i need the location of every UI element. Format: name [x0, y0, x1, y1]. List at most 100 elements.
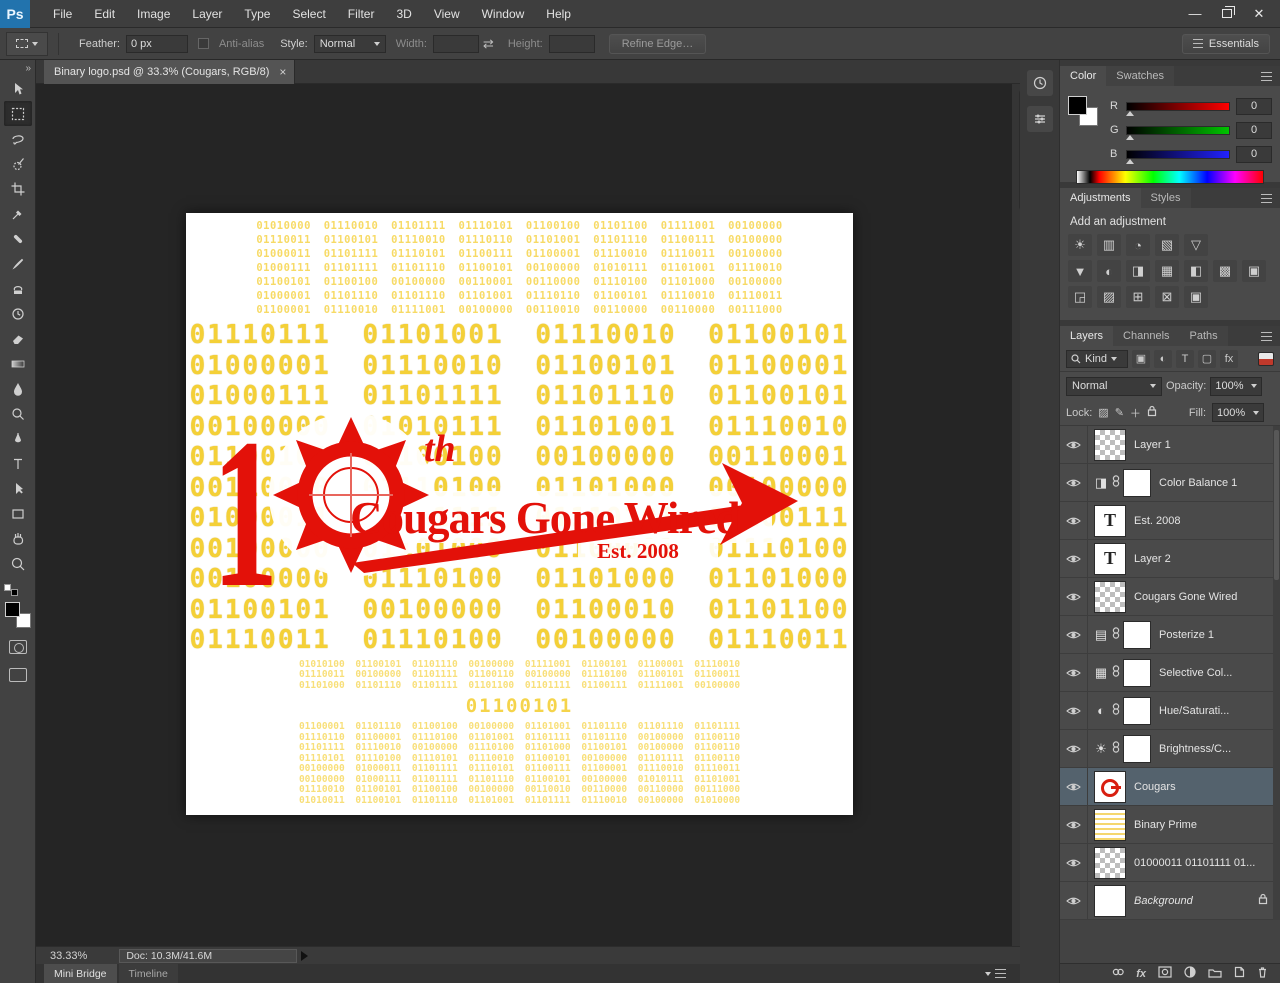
tab-layers[interactable]: Layers — [1060, 326, 1114, 346]
menu-item[interactable]: File — [42, 1, 83, 27]
panel-menu-button[interactable] — [1261, 194, 1272, 203]
layer-thumbnail[interactable]: T — [1094, 542, 1126, 575]
layer-row[interactable]: T Est. 2008 — [1060, 502, 1280, 540]
visibility-toggle[interactable] — [1060, 464, 1088, 501]
layer-name[interactable]: Posterize 1 — [1159, 629, 1214, 641]
adjustment-icon[interactable]: ▩ — [1213, 260, 1237, 282]
swap-dimensions-icon[interactable]: ⇄ — [483, 36, 494, 52]
pen-tool[interactable] — [4, 426, 32, 451]
type-tool[interactable] — [4, 451, 32, 476]
layer-row[interactable]: Cougars — [1060, 768, 1280, 806]
foreground-color-swatch[interactable] — [4, 602, 20, 617]
delete-layer-icon[interactable] — [1257, 966, 1268, 981]
spot-healing-brush-tool[interactable] — [4, 226, 32, 251]
path-selection-tool[interactable] — [4, 476, 32, 501]
layer-thumbnail[interactable] — [1123, 696, 1151, 725]
rectangular-marquee-tool[interactable] — [3, 101, 32, 126]
channel-slider[interactable] — [1126, 101, 1230, 116]
gradient-tool[interactable] — [4, 351, 32, 376]
slider-thumb-icon[interactable] — [1126, 134, 1134, 140]
move-tool[interactable] — [4, 76, 32, 101]
adjustment-icon[interactable]: ◲ — [1068, 286, 1092, 308]
panel-menu-button[interactable] — [1261, 332, 1272, 341]
filter-kind-select[interactable]: Kind — [1066, 349, 1128, 368]
menu-item[interactable]: Layer — [181, 1, 233, 27]
visibility-toggle[interactable] — [1060, 768, 1088, 805]
channel-slider[interactable] — [1126, 125, 1230, 140]
bottom-panel-menu[interactable] — [985, 964, 1006, 983]
visibility-toggle[interactable] — [1060, 654, 1088, 691]
lasso-tool[interactable] — [4, 126, 32, 151]
adjustment-icon[interactable]: ◨ — [1126, 260, 1150, 282]
collapse-toolbar-icon[interactable]: » — [25, 63, 31, 74]
feather-input[interactable] — [125, 34, 188, 53]
layer-thumbnail[interactable] — [1123, 620, 1151, 649]
layer-thumbnail[interactable] — [1123, 468, 1151, 497]
filter-effect-layers-icon[interactable]: fx — [1220, 349, 1238, 368]
properties-panel-icon[interactable] — [1026, 106, 1053, 132]
antialias-checkbox[interactable] — [197, 38, 209, 49]
layer-row[interactable]: 01000011 01101111 01... — [1060, 844, 1280, 882]
adjustment-icon[interactable]: ▣ — [1242, 260, 1266, 282]
minimize-button[interactable]: — — [1180, 3, 1210, 25]
color-spectrum-ramp[interactable] — [1076, 170, 1264, 184]
width-input[interactable] — [432, 34, 479, 53]
layer-name[interactable]: Selective Col... — [1159, 667, 1232, 679]
menu-item[interactable]: 3D — [385, 1, 422, 27]
visibility-toggle[interactable] — [1060, 426, 1088, 463]
quick-selection-tool[interactable] — [4, 151, 32, 176]
fill-select[interactable]: 100% — [1212, 403, 1265, 422]
brush-tool[interactable] — [4, 251, 32, 276]
default-colors-icon[interactable] — [4, 584, 18, 596]
channel-value[interactable]: 0 — [1236, 145, 1272, 163]
layer-name[interactable]: Binary Prime — [1134, 819, 1197, 831]
style-select[interactable]: Normal — [313, 34, 386, 53]
screen-mode-button[interactable] — [8, 668, 27, 682]
layer-row[interactable]: ◐ Hue/Saturati... — [1060, 692, 1280, 730]
link-layers-icon[interactable] — [1112, 966, 1124, 981]
adjustment-icon[interactable]: ▼ — [1068, 260, 1092, 282]
visibility-toggle[interactable] — [1060, 578, 1088, 615]
tab-color[interactable]: Color — [1060, 66, 1107, 86]
tab-swatches[interactable]: Swatches — [1106, 66, 1174, 86]
canvas-vertical-scrollbar[interactable] — [1012, 84, 1020, 946]
filter-type-layers-icon[interactable]: T — [1176, 349, 1194, 368]
visibility-toggle[interactable] — [1060, 616, 1088, 653]
eyedropper-tool[interactable] — [4, 201, 32, 226]
layer-thumbnail[interactable] — [1094, 770, 1126, 803]
layer-name[interactable]: 01000011 01101111 01... — [1134, 857, 1255, 869]
menu-item[interactable]: Help — [535, 1, 582, 27]
layer-row[interactable]: T Layer 2 — [1060, 540, 1280, 578]
layer-name[interactable]: Brightness/C... — [1159, 743, 1231, 755]
adjustment-icon[interactable]: ☀ — [1068, 234, 1092, 256]
adjustment-icon[interactable]: ▥ — [1097, 234, 1121, 256]
tab-styles[interactable]: Styles — [1140, 188, 1191, 208]
tab-mini-bridge[interactable]: Mini Bridge — [44, 964, 117, 983]
menu-item[interactable]: Image — [126, 1, 181, 27]
adjustment-icon[interactable]: ▣ — [1184, 286, 1208, 308]
layer-row[interactable]: Background — [1060, 882, 1280, 920]
tab-timeline[interactable]: Timeline — [118, 964, 178, 983]
visibility-toggle[interactable] — [1060, 730, 1088, 767]
history-brush-tool[interactable] — [4, 301, 32, 326]
refine-edge-button[interactable]: Refine Edge… — [608, 33, 707, 54]
crop-tool[interactable] — [4, 176, 32, 201]
layer-thumbnail[interactable] — [1094, 808, 1126, 841]
layers-scrollbar[interactable] — [1273, 426, 1280, 920]
adjustment-icon[interactable]: ▧ — [1155, 234, 1179, 256]
layer-row[interactable]: Cougars Gone Wired — [1060, 578, 1280, 616]
channel-slider[interactable] — [1126, 149, 1230, 164]
menu-item[interactable]: Type — [233, 1, 281, 27]
channel-value[interactable]: 0 — [1236, 121, 1272, 139]
layer-name[interactable]: Cougars Gone Wired — [1134, 591, 1237, 603]
zoom-level[interactable]: 33.33% — [50, 950, 87, 962]
layer-thumbnail[interactable] — [1094, 580, 1126, 613]
document-size-info[interactable]: Doc: 10.3M/41.6M — [119, 948, 298, 963]
workspace-switcher[interactable]: Essentials — [1181, 33, 1270, 54]
layer-thumbnail[interactable] — [1094, 884, 1126, 917]
layer-thumbnail[interactable] — [1094, 846, 1126, 879]
adjustment-icon[interactable]: ◔ — [1126, 234, 1150, 256]
layer-thumbnail[interactable] — [1094, 428, 1126, 461]
layer-row[interactable]: ▦ Selective Col... — [1060, 654, 1280, 692]
filter-pixel-layers-icon[interactable]: ▣ — [1132, 349, 1150, 368]
